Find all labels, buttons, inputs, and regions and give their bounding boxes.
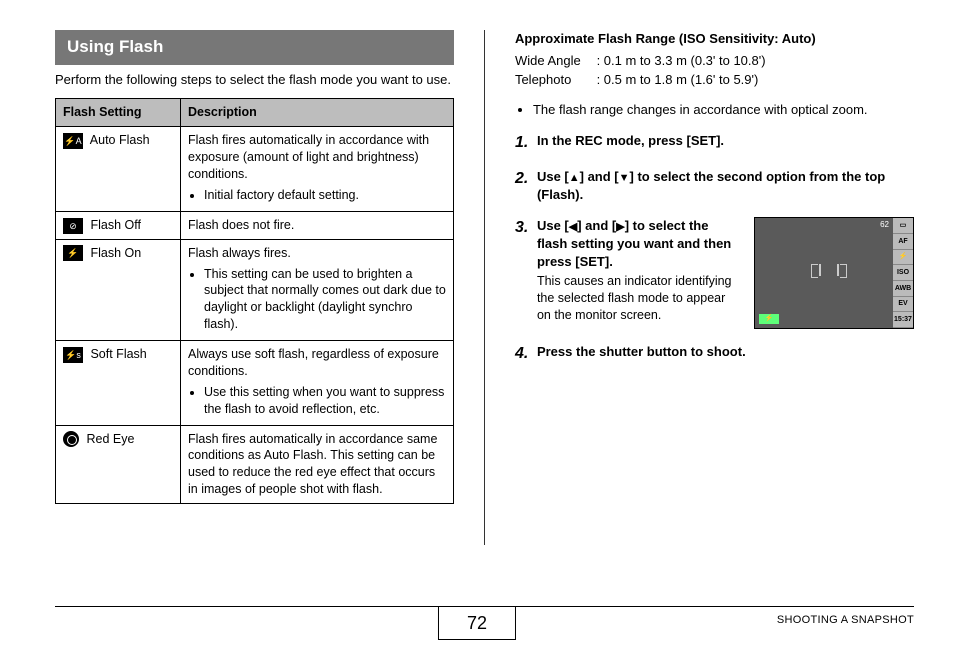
setting-name: Flash Off: [87, 218, 141, 232]
left-arrow-icon: ◀: [569, 220, 577, 235]
description-text: Flash fires automatically in accordance …: [188, 132, 446, 183]
range-wide-label: Wide Angle: [515, 52, 593, 70]
description-bullets: Initial factory default setting.: [188, 187, 446, 204]
table-row: Red Eye Flash fires automatically in acco…: [56, 425, 454, 504]
col-header-setting: Flash Setting: [56, 99, 181, 127]
description-bullets: This setting can be used to brighten a s…: [188, 266, 446, 334]
range-note: The flash range changes in accordance wi…: [515, 101, 914, 119]
range-note-text: The flash range changes in accordance wi…: [533, 101, 914, 119]
column-divider: [484, 30, 485, 545]
range-tele: Telephoto : 0.5 m to 1.8 m (1.6' to 5.9'…: [515, 71, 914, 89]
table-row: ⚡A Auto FlashFlash fires automatically i…: [56, 127, 454, 212]
step-number: 4.: [515, 343, 537, 365]
description-cell: Flash fires automatically in accordance …: [181, 127, 454, 212]
step-item: 1.In the REC mode, press [SET].: [515, 132, 914, 154]
description-bullets: Use this setting when you want to suppre…: [188, 384, 446, 418]
table-row: ⚡s Soft FlashAlways use soft flash, rega…: [56, 341, 454, 426]
setting-cell: ⚡s Soft Flash: [56, 341, 181, 426]
step-body: In the REC mode, press [SET].: [537, 132, 914, 154]
step-head: Use [▲] and [▼] to select the second opt…: [537, 168, 914, 203]
step-item: 4.Press the shutter button to shoot.: [515, 343, 914, 365]
range-tele-label: Telephoto: [515, 71, 593, 89]
flash-mode-icon: ⚡A: [63, 133, 83, 149]
description-cell: Always use soft flash, regardless of exp…: [181, 341, 454, 426]
lcd-preview: 62⚡▭AF⚡ISOAWBEV15:37: [754, 217, 914, 329]
right-arrow-icon: ▶: [616, 220, 624, 235]
right-column: Approximate Flash Range (ISO Sensitivity…: [515, 30, 914, 545]
setting-cell: ⚡A Auto Flash: [56, 127, 181, 212]
flash-range-title: Approximate Flash Range (ISO Sensitivity…: [515, 30, 914, 48]
intro-text: Perform the following steps to select th…: [55, 71, 454, 89]
step-body: Use [▲] and [▼] to select the second opt…: [537, 168, 914, 203]
setting-cell: Red Eye: [56, 425, 181, 504]
step-number: 1.: [515, 132, 537, 154]
lcd-side-item: EV: [893, 297, 913, 313]
description-text: Always use soft flash, regardless of exp…: [188, 346, 446, 380]
flash-settings-table: Flash Setting Description ⚡A Auto FlashF…: [55, 98, 454, 504]
page-number: 72: [438, 606, 516, 640]
lcd-side-item: ISO: [893, 265, 913, 281]
description-bullet: This setting can be used to brighten a s…: [204, 266, 446, 334]
description-cell: Flash always fires. This setting can be u…: [181, 239, 454, 340]
step-head: Use [◀] and [▶] to select the flash sett…: [537, 217, 742, 270]
description-cell: Flash does not fire.: [181, 211, 454, 239]
description-bullet: Initial factory default setting.: [204, 187, 446, 204]
step-head: Press the shutter button to shoot.: [537, 343, 914, 361]
step-item: 2.Use [▲] and [▼] to select the second o…: [515, 168, 914, 203]
setting-name: Red Eye: [83, 432, 134, 446]
step-number: 3.: [515, 217, 537, 329]
lcd-side-item: ⚡: [893, 250, 913, 266]
setting-name: Soft Flash: [87, 347, 147, 361]
description-text: Flash fires automatically in accordance …: [188, 431, 446, 499]
step-sub: This causes an indicator identifying the…: [537, 273, 742, 324]
left-column: Using Flash Perform the following steps …: [55, 30, 454, 545]
manual-page: Using Flash Perform the following steps …: [0, 0, 954, 555]
lcd-side-panel: ▭AF⚡ISOAWBEV15:37: [893, 218, 913, 328]
description-cell: Flash fires automatically in accordance …: [181, 425, 454, 504]
setting-name: Auto Flash: [87, 133, 150, 147]
flash-indicator-icon: ⚡: [759, 314, 779, 324]
lcd-side-item: 15:37: [893, 312, 913, 328]
lcd-frame-count: 62: [880, 220, 889, 231]
chapter-name: SHOOTING A SNAPSHOT: [777, 613, 914, 628]
description-text: Flash always fires.: [188, 245, 446, 262]
table-row: ⚡ Flash On Flash always fires. This settin…: [56, 239, 454, 340]
focus-frame-icon: [819, 264, 839, 276]
flash-mode-icon: ⚡s: [63, 347, 83, 363]
description-bullet: Use this setting when you want to suppre…: [204, 384, 446, 418]
flash-mode-icon: ⊘: [63, 218, 83, 234]
flash-mode-icon: [63, 431, 79, 447]
up-arrow-icon: ▲: [569, 171, 580, 186]
lcd-side-item: AF: [893, 234, 913, 250]
description-text: Flash does not fire.: [188, 217, 446, 234]
table-row: ⊘ Flash Off Flash does not fire.: [56, 211, 454, 239]
step-body: Use [◀] and [▶] to select the flash sett…: [537, 217, 914, 329]
step-number: 2.: [515, 168, 537, 203]
range-wide: Wide Angle : 0.1 m to 3.3 m (0.3' to 10.…: [515, 52, 914, 70]
steps-list: 1.In the REC mode, press [SET].2.Use [▲]…: [515, 132, 914, 365]
setting-cell: ⚡ Flash On: [56, 239, 181, 340]
lcd-side-item: AWB: [893, 281, 913, 297]
range-wide-value: : 0.1 m to 3.3 m (0.3' to 10.8'): [597, 53, 766, 68]
down-arrow-icon: ▼: [619, 171, 630, 186]
section-title: Using Flash: [55, 30, 454, 65]
flash-mode-icon: ⚡: [63, 245, 83, 261]
setting-name: Flash On: [87, 246, 141, 260]
setting-cell: ⊘ Flash Off: [56, 211, 181, 239]
step-body: Press the shutter button to shoot.: [537, 343, 914, 365]
range-tele-value: : 0.5 m to 1.8 m (1.6' to 5.9'): [597, 72, 759, 87]
lcd-side-item: ▭: [893, 218, 913, 234]
col-header-description: Description: [181, 99, 454, 127]
step-item: 3.Use [◀] and [▶] to select the flash se…: [515, 217, 914, 329]
step-head: In the REC mode, press [SET].: [537, 132, 914, 150]
